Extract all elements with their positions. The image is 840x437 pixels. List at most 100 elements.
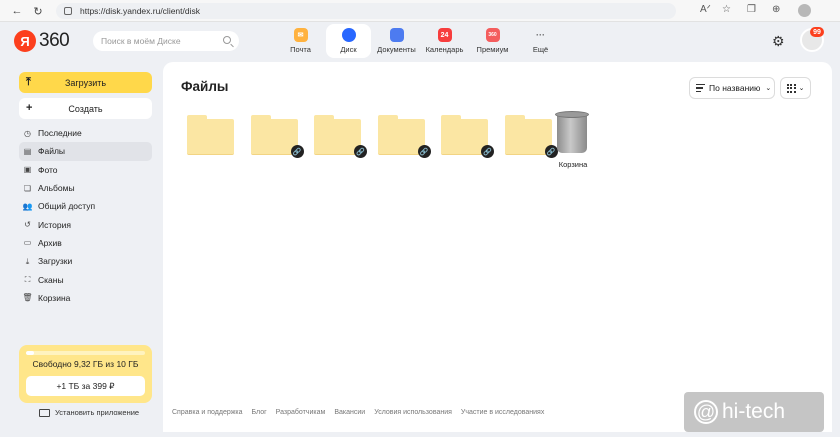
sidebar-nav: ◷ Последние ▤ Файлы ▣ Фото ❏ Альбомы 👥 Общий …	[19, 124, 152, 307]
shared-link-icon: 🔗	[354, 145, 367, 158]
service-premium-label: Премиум	[476, 45, 509, 54]
install-app-link[interactable]: Установить приложение	[39, 408, 139, 417]
trash-bin-icon	[555, 111, 589, 153]
back-arrow-icon[interactable]: ←	[10, 4, 24, 18]
service-disk-label: Диск	[340, 45, 357, 54]
sidebar-item-label: Последние	[38, 128, 82, 139]
page-title: Файлы	[181, 79, 229, 94]
sidebar-item-label: Файлы	[38, 146, 66, 157]
folder-item[interactable]: 🔗	[250, 110, 315, 180]
service-more[interactable]: ··· Ещё	[518, 24, 563, 58]
service-calendar[interactable]: 24 Календарь	[422, 24, 467, 58]
extensions-icon[interactable]: ⊕	[772, 4, 780, 15]
create-button-label: Создать	[68, 103, 103, 114]
buy-storage-button[interactable]: +1 ТБ за 399 ₽	[26, 376, 145, 396]
more-dots-icon: ···	[536, 30, 545, 40]
footer-link-terms[interactable]: Условия использования	[374, 409, 452, 416]
plus-icon: +	[26, 102, 33, 114]
sidebar-item-photo[interactable]: ▣ Фото	[19, 161, 152, 179]
trash-item-label: Корзина	[558, 160, 588, 169]
view-mode-dropdown[interactable]: ⌄	[780, 77, 811, 99]
folder-item[interactable]: 🔗	[377, 110, 442, 180]
mail-icon: ✉	[293, 28, 308, 42]
trash-item[interactable]: Корзина	[547, 107, 599, 187]
sidebar-item-scans[interactable]: ⛶ Сканы	[19, 270, 152, 288]
sidebar-item-shared[interactable]: 👥 Общий доступ	[19, 197, 152, 215]
sidebar-item-label: Архив	[38, 237, 62, 248]
monitor-icon	[39, 408, 50, 417]
search-placeholder: Поиск в моём Диске	[101, 36, 181, 46]
hi-tech-watermark: @ hi-tech	[684, 392, 824, 432]
sidebar-item-recent[interactable]: ◷ Последние	[19, 124, 152, 142]
collections-icon[interactable]: ❐	[747, 4, 756, 15]
sort-dropdown[interactable]: По названию ⌄	[689, 77, 775, 99]
sidebar-item-downloads[interactable]: ⤓ Загрузки	[19, 252, 152, 270]
sort-label: По названию	[709, 83, 761, 93]
calendar-icon: 24	[437, 28, 452, 42]
storage-widget: Свободно 9,32 ГБ из 10 ГБ +1 ТБ за 399 ₽	[19, 345, 152, 403]
folder-item[interactable]: 🔗	[441, 110, 505, 180]
grid-view-icon	[786, 83, 796, 93]
service-premium[interactable]: 360 Премиум	[470, 24, 515, 58]
sort-lines-icon	[696, 83, 705, 93]
footer-link-jobs[interactable]: Вакансии	[334, 409, 365, 416]
sidebar-item-trash[interactable]: 🗑 Корзина	[19, 289, 152, 307]
archive-icon: ▭	[23, 238, 32, 248]
trash-icon: 🗑	[22, 293, 33, 303]
browser-profile-icon[interactable]	[798, 4, 811, 17]
search-icon[interactable]	[223, 36, 231, 44]
upload-button[interactable]: ⤒ Загрузить	[19, 72, 152, 93]
service-mail-label: Почта	[290, 45, 311, 54]
shared-link-icon: 🔗	[417, 145, 431, 158]
sidebar-item-history[interactable]: ↺ История	[19, 215, 152, 233]
chevron-down-icon: ⌄	[765, 85, 772, 92]
folder-item[interactable]	[187, 110, 251, 180]
sidebar-item-albums[interactable]: ❏ Альбомы	[19, 179, 152, 197]
service-documents[interactable]: Документы	[374, 24, 419, 58]
folder-icon	[187, 115, 234, 155]
clock-icon: ◷	[24, 128, 31, 138]
service-disk[interactable]: Диск	[326, 24, 371, 58]
yandex-360-logo[interactable]: Я 360	[14, 30, 70, 52]
footer-link-research[interactable]: Участие в исследованиях	[461, 409, 544, 416]
service-mail[interactable]: ✉ Почта	[278, 24, 323, 58]
sidebar-item-archive[interactable]: ▭ Архив	[19, 234, 152, 252]
premium-icon: 360	[485, 28, 500, 42]
yandex-logo-icon: Я	[14, 30, 36, 52]
address-url: https://disk.yandex.ru/client/disk	[80, 6, 201, 16]
notification-badge: 99	[810, 27, 824, 37]
sidebar-item-label: Загрузки	[38, 256, 73, 267]
favorite-star-icon[interactable]: ☆	[722, 4, 731, 15]
gear-icon[interactable]: ⚙	[772, 34, 786, 48]
lock-icon	[64, 7, 72, 15]
address-bar[interactable]: https://disk.yandex.ru/client/disk	[56, 3, 676, 19]
reader-mode-icon[interactable]: Aᐟ	[700, 4, 711, 15]
install-app-label: Установить приложение	[55, 408, 140, 417]
albums-icon: ❏	[23, 183, 32, 193]
sidebar-item-files[interactable]: ▤ Файлы	[19, 142, 152, 161]
shared-link-icon: 🔗	[290, 145, 304, 158]
browser-toolbar: ← ↻ https://disk.yandex.ru/client/disk A…	[0, 0, 840, 22]
sidebar-item-label: История	[38, 219, 71, 230]
folder-item[interactable]: 🔗	[314, 110, 378, 180]
footer-link-help[interactable]: Справка и поддержка	[172, 409, 243, 416]
footer-link-developers[interactable]: Разработчикам	[276, 409, 326, 416]
create-button[interactable]: + Создать	[19, 98, 152, 119]
footer-link-blog[interactable]: Блог	[252, 409, 267, 416]
storage-progress-bar	[26, 351, 145, 355]
upload-icon: ⤒	[26, 76, 31, 88]
file-icon: ▤	[23, 146, 32, 156]
at-sign-icon: @	[694, 400, 718, 424]
services-bar: ✉ Почта Диск Документы 24 Календарь 360 …	[278, 24, 566, 58]
documents-icon	[389, 28, 404, 42]
refresh-icon[interactable]: ↻	[31, 4, 45, 18]
file-grid: 🔗 🔗 🔗 🔗 🔗	[187, 110, 568, 180]
service-documents-label: Документы	[377, 45, 416, 54]
sidebar-item-label: Сканы	[38, 274, 64, 285]
sidebar-item-label: Корзина	[38, 292, 71, 303]
search-input[interactable]: Поиск в моём Диске	[93, 31, 239, 51]
footer-links: Справка и поддержка Блог Разработчикам В…	[172, 409, 553, 416]
download-icon: ⤓	[25, 256, 30, 266]
sidebar-item-label: Общий доступ	[38, 201, 96, 212]
shared-link-icon: 🔗	[481, 145, 494, 158]
